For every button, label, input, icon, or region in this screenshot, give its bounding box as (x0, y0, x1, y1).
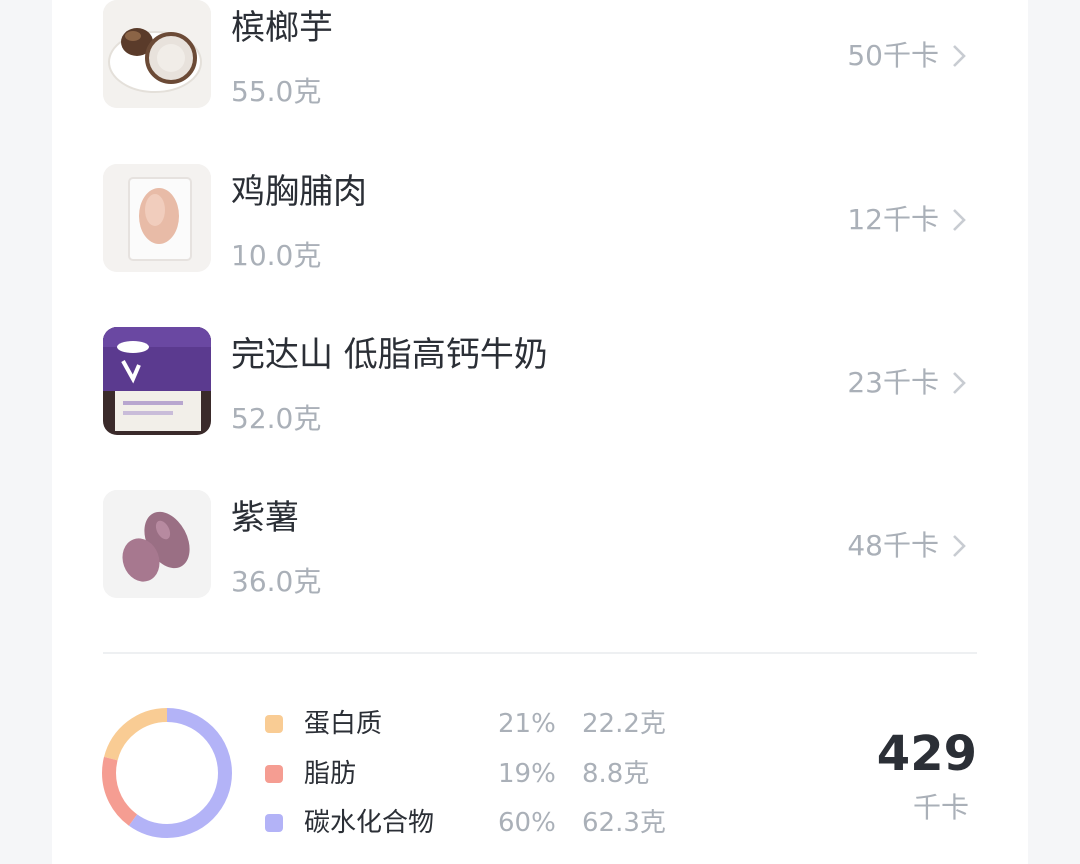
food-calories: 23千卡 (847, 366, 939, 399)
food-item-purple-sweet-potato[interactable]: 紫薯 36.0克 48千卡 (103, 490, 975, 600)
legend-row-carbohydrate: 碳水化合物 60% 62.3克 (262, 805, 682, 841)
purple-sweet-potato-photo (103, 490, 211, 598)
legend-percent: 19% (498, 759, 556, 789)
food-calories: 12千卡 (847, 203, 939, 236)
food-name: 完达山 低脂高钙牛奶 (231, 335, 548, 375)
food-calories: 50千卡 (847, 39, 939, 72)
chevron-right-icon (953, 535, 966, 557)
legend-label: 蛋白质 (304, 709, 383, 739)
total-calories-unit: 千卡 (912, 791, 969, 824)
chicken-breast-photo (103, 164, 211, 272)
legend-row-fat: 脂肪 19% 8.8克 (262, 756, 682, 792)
food-weight: 52.0克 (231, 402, 322, 435)
food-weight: 55.0克 (231, 75, 322, 108)
chevron-right-icon (953, 372, 966, 394)
legend-percent: 60% (498, 808, 556, 838)
chevron-right-icon (953, 45, 966, 67)
legend-grams: 8.8克 (582, 759, 650, 789)
total-calories-value: 429 (876, 726, 977, 782)
legend-row-protein: 蛋白质 21% 22.2克 (262, 706, 682, 742)
food-name: 紫薯 (231, 498, 299, 538)
legend-label: 碳水化合物 (304, 808, 435, 838)
legend-label: 脂肪 (304, 759, 357, 789)
taro-photo (103, 0, 211, 108)
legend-percent: 21% (498, 709, 556, 739)
milk-carton-photo (103, 327, 211, 435)
macronutrient-donut-chart (102, 708, 232, 838)
legend-grams: 62.3克 (582, 808, 666, 838)
legend-color-swatch (265, 715, 283, 733)
food-item-chicken-breast[interactable]: 鸡胸脯肉 10.0克 12千卡 (103, 164, 975, 274)
food-item-milk[interactable]: 完达山 低脂高钙牛奶 52.0克 23千卡 (103, 327, 975, 437)
legend-grams: 22.2克 (582, 709, 666, 739)
food-name: 鸡胸脯肉 (231, 172, 367, 212)
food-name: 槟榔芋 (231, 8, 333, 48)
legend-color-swatch (265, 765, 283, 783)
chevron-right-icon (953, 209, 966, 231)
food-weight: 36.0克 (231, 565, 322, 598)
food-calories: 48千卡 (847, 529, 939, 562)
food-weight: 10.0克 (231, 239, 322, 272)
divider (103, 652, 977, 654)
food-item-taro[interactable]: 槟榔芋 55.0克 50千卡 (103, 0, 975, 110)
legend-color-swatch (265, 814, 283, 832)
